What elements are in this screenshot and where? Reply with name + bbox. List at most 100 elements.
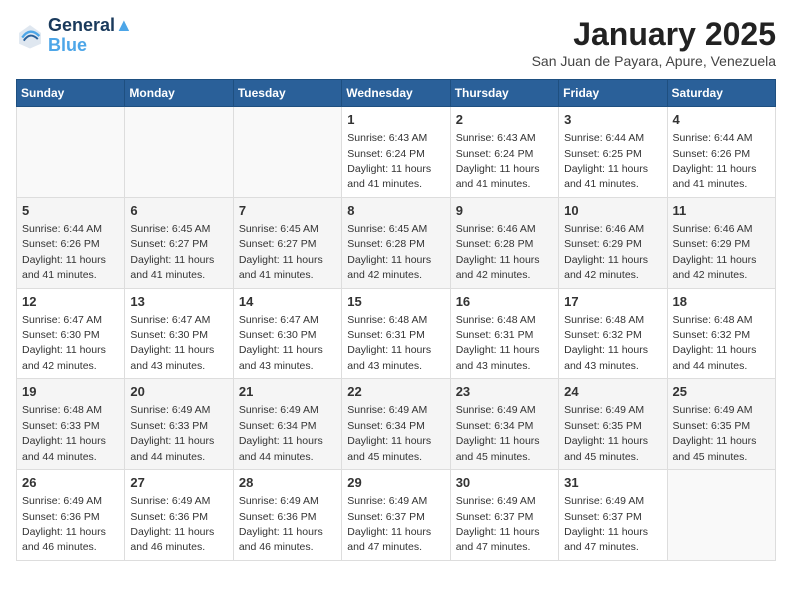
table-row: 4 Sunrise: 6:44 AM Sunset: 6:26 PM Daylig… — [667, 107, 775, 198]
day-number: 25 — [673, 383, 770, 401]
day-info: Sunrise: 6:45 AM Sunset: 6:27 PM Dayligh… — [239, 223, 323, 281]
table-row: 9 Sunrise: 6:46 AM Sunset: 6:28 PM Daylig… — [450, 197, 558, 288]
day-number: 8 — [347, 202, 444, 220]
calendar-week-row: 26 Sunrise: 6:49 AM Sunset: 6:36 PM Dayli… — [17, 470, 776, 561]
day-number: 23 — [456, 383, 553, 401]
day-number: 22 — [347, 383, 444, 401]
day-info: Sunrise: 6:44 AM Sunset: 6:26 PM Dayligh… — [22, 223, 106, 281]
calendar-table: Sunday Monday Tuesday Wednesday Thursday… — [16, 79, 776, 561]
day-info: Sunrise: 6:48 AM Sunset: 6:31 PM Dayligh… — [456, 314, 540, 372]
day-number: 13 — [130, 293, 227, 311]
header-friday: Friday — [559, 80, 667, 107]
header-sunday: Sunday — [17, 80, 125, 107]
day-info: Sunrise: 6:49 AM Sunset: 6:35 PM Dayligh… — [564, 404, 648, 462]
table-row: 26 Sunrise: 6:49 AM Sunset: 6:36 PM Dayli… — [17, 470, 125, 561]
table-row — [233, 107, 341, 198]
day-number: 2 — [456, 111, 553, 129]
table-row: 6Sunrise: 6:45 AM Sunset: 6:27 PM Daylig… — [125, 197, 233, 288]
day-number: 20 — [130, 383, 227, 401]
day-number: 7 — [239, 202, 336, 220]
day-number: 29 — [347, 474, 444, 492]
day-number: 12 — [22, 293, 119, 311]
logo: General▲ Blue — [16, 16, 133, 56]
day-info: Sunrise: 6:44 AM Sunset: 6:26 PM Dayligh… — [673, 132, 757, 190]
day-number: 19 — [22, 383, 119, 401]
day-info: Sunrise: 6:49 AM Sunset: 6:36 PM Dayligh… — [130, 495, 214, 553]
day-info: Sunrise: 6:49 AM Sunset: 6:34 PM Dayligh… — [456, 404, 540, 462]
day-number: 4 — [673, 111, 770, 129]
table-row: 7 Sunrise: 6:45 AM Sunset: 6:27 PM Daylig… — [233, 197, 341, 288]
day-number: 11 — [673, 202, 770, 220]
day-number: 17 — [564, 293, 661, 311]
day-info: Sunrise: 6:48 AM Sunset: 6:31 PM Dayligh… — [347, 314, 431, 372]
calendar-week-row: 12 Sunrise: 6:47 AM Sunset: 6:30 PM Dayli… — [17, 288, 776, 379]
day-number: 10 — [564, 202, 661, 220]
day-number: 15 — [347, 293, 444, 311]
day-info: Sunrise: 6:46 AM Sunset: 6:28 PM Dayligh… — [456, 223, 540, 281]
calendar-week-row: 5 Sunrise: 6:44 AM Sunset: 6:26 PM Daylig… — [17, 197, 776, 288]
day-info: Sunrise: 6:45 AM Sunset: 6:28 PM Dayligh… — [347, 223, 431, 281]
table-row: 5 Sunrise: 6:44 AM Sunset: 6:26 PM Daylig… — [17, 197, 125, 288]
table-row: 23 Sunrise: 6:49 AM Sunset: 6:34 PM Dayli… — [450, 379, 558, 470]
logo-icon — [16, 22, 44, 50]
day-number: 9 — [456, 202, 553, 220]
day-number: 5 — [22, 202, 119, 220]
day-number: 28 — [239, 474, 336, 492]
header-wednesday: Wednesday — [342, 80, 450, 107]
day-number: 26 — [22, 474, 119, 492]
day-info: Sunrise: 6:49 AM Sunset: 6:33 PM Dayligh… — [130, 404, 214, 462]
day-info: Sunrise: 6:48 AM Sunset: 6:32 PM Dayligh… — [564, 314, 648, 372]
day-info: Sunrise: 6:49 AM Sunset: 6:37 PM Dayligh… — [347, 495, 431, 553]
table-row — [17, 107, 125, 198]
table-row: 11 Sunrise: 6:46 AM Sunset: 6:29 PM Dayli… — [667, 197, 775, 288]
day-number: 14 — [239, 293, 336, 311]
table-row: 29 Sunrise: 6:49 AM Sunset: 6:37 PM Dayli… — [342, 470, 450, 561]
table-row: 27 Sunrise: 6:49 AM Sunset: 6:36 PM Dayli… — [125, 470, 233, 561]
table-row: 8 Sunrise: 6:45 AM Sunset: 6:28 PM Daylig… — [342, 197, 450, 288]
day-info: Sunrise: 6:47 AM Sunset: 6:30 PM Dayligh… — [130, 314, 214, 372]
table-row: 18 Sunrise: 6:48 AM Sunset: 6:32 PM Dayli… — [667, 288, 775, 379]
table-row: 13 Sunrise: 6:47 AM Sunset: 6:30 PM Dayli… — [125, 288, 233, 379]
day-info: Sunrise: 6:43 AM Sunset: 6:24 PM Dayligh… — [347, 132, 431, 190]
day-info: Sunrise: 6:44 AM Sunset: 6:25 PM Dayligh… — [564, 132, 648, 190]
table-row: 22Sunrise: 6:49 AM Sunset: 6:34 PM Dayli… — [342, 379, 450, 470]
day-number: 18 — [673, 293, 770, 311]
table-row: 16 Sunrise: 6:48 AM Sunset: 6:31 PM Dayli… — [450, 288, 558, 379]
day-info: Sunrise: 6:49 AM Sunset: 6:37 PM Dayligh… — [456, 495, 540, 553]
table-row: 20 Sunrise: 6:49 AM Sunset: 6:33 PM Dayli… — [125, 379, 233, 470]
day-info: Sunrise: 6:46 AM Sunset: 6:29 PM Dayligh… — [564, 223, 648, 281]
table-row: 1Sunrise: 6:43 AM Sunset: 6:24 PM Daylig… — [342, 107, 450, 198]
table-row: 25Sunrise: 6:49 AM Sunset: 6:35 PM Dayli… — [667, 379, 775, 470]
day-info: Sunrise: 6:47 AM Sunset: 6:30 PM Dayligh… — [239, 314, 323, 372]
table-row: 30 Sunrise: 6:49 AM Sunset: 6:37 PM Dayli… — [450, 470, 558, 561]
day-number: 24 — [564, 383, 661, 401]
table-row: 15 Sunrise: 6:48 AM Sunset: 6:31 PM Dayli… — [342, 288, 450, 379]
day-number: 27 — [130, 474, 227, 492]
table-row: 3Sunrise: 6:44 AM Sunset: 6:25 PM Daylig… — [559, 107, 667, 198]
table-row — [667, 470, 775, 561]
day-info: Sunrise: 6:48 AM Sunset: 6:32 PM Dayligh… — [673, 314, 757, 372]
day-number: 21 — [239, 383, 336, 401]
table-row: 14 Sunrise: 6:47 AM Sunset: 6:30 PM Dayli… — [233, 288, 341, 379]
month-title: January 2025 — [532, 16, 776, 53]
day-info: Sunrise: 6:49 AM Sunset: 6:36 PM Dayligh… — [22, 495, 106, 553]
day-info: Sunrise: 6:49 AM Sunset: 6:36 PM Dayligh… — [239, 495, 323, 553]
title-block: January 2025 San Juan de Payara, Apure, … — [532, 16, 776, 69]
day-number: 31 — [564, 474, 661, 492]
header-saturday: Saturday — [667, 80, 775, 107]
day-info: Sunrise: 6:49 AM Sunset: 6:37 PM Dayligh… — [564, 495, 648, 553]
table-row: 19Sunrise: 6:48 AM Sunset: 6:33 PM Dayli… — [17, 379, 125, 470]
calendar-week-row: 1Sunrise: 6:43 AM Sunset: 6:24 PM Daylig… — [17, 107, 776, 198]
table-row — [125, 107, 233, 198]
day-info: Sunrise: 6:46 AM Sunset: 6:29 PM Dayligh… — [673, 223, 757, 281]
table-row: 17 Sunrise: 6:48 AM Sunset: 6:32 PM Dayli… — [559, 288, 667, 379]
day-number: 30 — [456, 474, 553, 492]
page-header: General▲ Blue January 2025 San Juan de P… — [16, 16, 776, 69]
day-number: 16 — [456, 293, 553, 311]
calendar-header-row: Sunday Monday Tuesday Wednesday Thursday… — [17, 80, 776, 107]
day-info: Sunrise: 6:47 AM Sunset: 6:30 PM Dayligh… — [22, 314, 106, 372]
day-info: Sunrise: 6:43 AM Sunset: 6:24 PM Dayligh… — [456, 132, 540, 190]
header-thursday: Thursday — [450, 80, 558, 107]
header-tuesday: Tuesday — [233, 80, 341, 107]
logo-text: General▲ Blue — [48, 16, 133, 56]
